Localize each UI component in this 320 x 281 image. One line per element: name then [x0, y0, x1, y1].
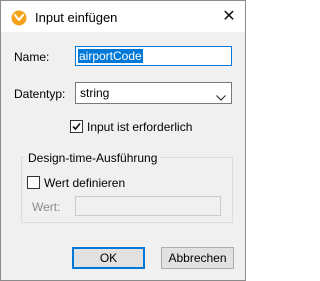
name-input-value: airportCode [78, 49, 143, 63]
design-time-group-title: Design-time-Ausführung [25, 151, 161, 165]
required-label[interactable]: Input ist erforderlich [87, 120, 192, 134]
title-bar: Input einfügen ✕ [1, 1, 245, 32]
name-label: Name: [14, 50, 50, 64]
datatype-select-value: string [80, 86, 110, 100]
ok-button[interactable]: OK [72, 247, 145, 269]
close-button[interactable]: ✕ [213, 1, 245, 32]
dialog-title: Input einfügen [35, 10, 118, 25]
checkmark-icon [72, 122, 81, 131]
define-value-label[interactable]: Wert definieren [44, 176, 125, 190]
name-input[interactable]: airportCode [75, 46, 232, 66]
datatype-select[interactable]: string [75, 82, 232, 104]
chevron-down-icon [216, 90, 226, 101]
dialog-window: Input einfügen ✕ Name: airportCode Daten… [0, 0, 246, 281]
value-label: Wert: [32, 200, 61, 214]
datatype-label: Datentyp: [14, 87, 66, 101]
value-input [75, 196, 221, 216]
app-icon [11, 10, 27, 26]
required-checkbox[interactable] [70, 120, 83, 133]
define-value-checkbox[interactable] [27, 176, 40, 189]
cancel-button[interactable]: Abbrechen [161, 247, 234, 269]
